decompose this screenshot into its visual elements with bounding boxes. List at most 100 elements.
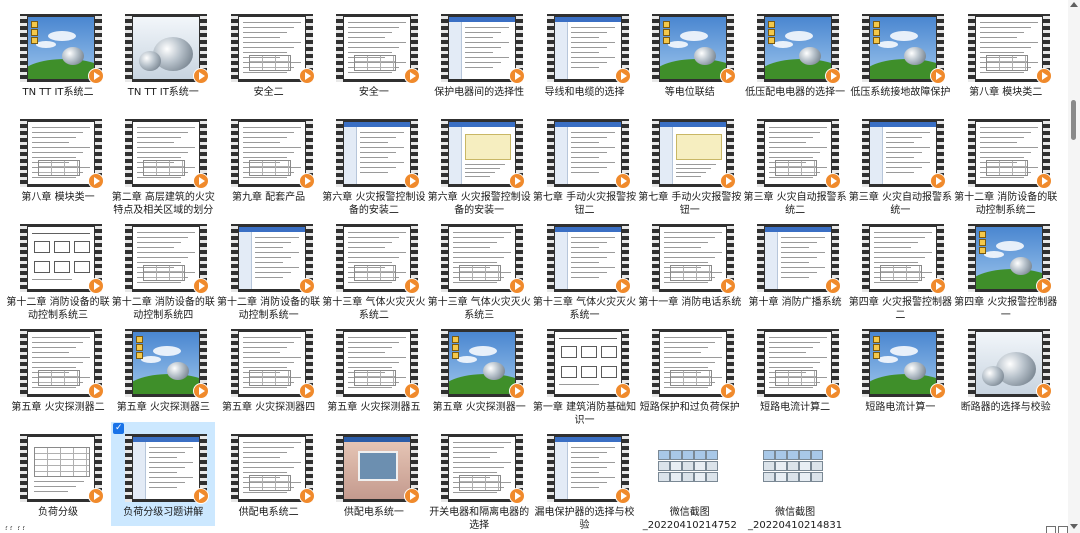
video-file-item[interactable]: 负荷分级 [6, 422, 110, 526]
video-file-item[interactable]: TN TT IT系统二 [6, 2, 110, 106]
video-file-item[interactable]: 等电位联结 [638, 2, 742, 106]
video-file-item[interactable]: 第十一章 消防电话系统 [638, 212, 742, 316]
video-thumbnail [335, 434, 420, 504]
file-name: 负荷分级习题讲解 [123, 507, 204, 518]
video-file-item[interactable]: 第五章 火灾探测器四 [217, 317, 321, 421]
video-file-item[interactable]: 第五章 火灾探测器一 [427, 317, 531, 421]
scroll-down-arrow-icon[interactable] [1070, 524, 1078, 529]
video-file-item[interactable]: 第八章 模块类一 [6, 107, 110, 211]
video-thumbnail [757, 224, 842, 294]
play-icon [403, 488, 420, 504]
video-file-item[interactable]: 低压配电电器的选择一 [743, 2, 847, 106]
video-file-item[interactable]: 第一章 建筑消防基础知识一 [533, 317, 637, 426]
file-name: 第十章 消防广播系统 [748, 297, 842, 308]
play-icon [719, 383, 736, 399]
video-file-item[interactable]: 短路电流计算二 [743, 317, 847, 421]
video-thumbnail [862, 14, 947, 84]
file-name: 第五章 火灾探测器三 [116, 402, 210, 413]
file-name: 供配电系统二 [238, 507, 299, 518]
file-name: 第八章 模块类二 [969, 87, 1043, 98]
video-file-item[interactable]: 供配电系统二 [217, 422, 321, 526]
image-file-item[interactable]: 微信截图_20220410214752 [638, 422, 742, 531]
video-thumbnail [335, 119, 420, 189]
play-icon [298, 488, 315, 504]
video-thumbnail [651, 14, 736, 84]
file-name: TN TT IT系统一 [127, 87, 199, 98]
play-icon [298, 278, 315, 294]
video-file-item[interactable]: 第八章 模块类二 [954, 2, 1058, 106]
video-file-item[interactable]: 安全二 [217, 2, 321, 106]
video-thumbnail [125, 14, 210, 84]
video-file-item[interactable]: 短路电流计算一 [848, 317, 952, 421]
video-file-item[interactable]: 第七章 手动火灾报警按钮二 [533, 107, 637, 216]
video-file-item[interactable]: 第十二章 消防设备的联动控制系统三 [6, 212, 110, 321]
play-icon [614, 173, 631, 189]
video-file-item[interactable]: 第二章 高层建筑的火灾特点及相关区域的划分 [111, 107, 215, 216]
image-file-item[interactable]: 微信截图_20220410214831 [743, 422, 847, 531]
play-icon [403, 383, 420, 399]
video-file-item[interactable]: 第九章 配套产品 [217, 107, 321, 211]
video-thumbnail [546, 434, 631, 504]
video-thumbnail [230, 14, 315, 84]
video-file-item[interactable]: 第四章 火灾报警控制器二 [848, 212, 952, 321]
file-name: 第八章 模块类一 [21, 192, 95, 203]
video-file-item[interactable]: 第十二章 消防设备的联动控制系统二 [954, 107, 1058, 216]
video-file-item[interactable]: 开关电器和隔离电器的选择 [427, 422, 531, 531]
video-file-item[interactable]: 低压系统接地故障保护 [848, 2, 952, 106]
video-file-item[interactable]: 第四章 火灾报警控制器一 [954, 212, 1058, 321]
video-thumbnail [757, 329, 842, 399]
video-file-item[interactable]: 第七章 手动火灾报警按钮一 [638, 107, 742, 216]
video-thumbnail [230, 224, 315, 294]
scroll-up-arrow-icon[interactable] [1070, 2, 1078, 7]
play-icon [719, 278, 736, 294]
video-file-item[interactable]: 断路器的选择与校验 [954, 317, 1058, 421]
video-file-item[interactable]: ✓ 负荷分级习题讲解 [111, 422, 216, 526]
file-name: 低压系统接地故障保护 [850, 87, 951, 98]
video-thumbnail [967, 224, 1052, 294]
file-name: 保护电器间的选择性 [434, 87, 525, 98]
video-file-item[interactable]: 第五章 火灾探测器五 [322, 317, 426, 421]
video-file-item[interactable]: 第十二章 消防设备的联动控制系统四 [111, 212, 215, 321]
play-icon [1035, 278, 1052, 294]
video-file-item[interactable]: 导线和电缆的选择 [533, 2, 637, 106]
video-file-item[interactable]: 供配电系统一 [322, 422, 426, 526]
details-view-icon[interactable] [1046, 526, 1056, 533]
video-file-item[interactable]: 第三章 火灾自动报警系统二 [743, 107, 847, 216]
file-name: 第十一章 消防电话系统 [638, 297, 742, 308]
play-icon [403, 278, 420, 294]
video-thumbnail [335, 224, 420, 294]
video-thumbnail [20, 434, 104, 504]
video-thumbnail [967, 14, 1052, 84]
file-name: 第五章 火灾探测器一 [432, 402, 526, 413]
video-file-item[interactable]: 第十三章 气体火灾灭火系统三 [427, 212, 531, 321]
file-name: 第五章 火灾探测器四 [222, 402, 316, 413]
video-file-item[interactable]: 短路保护和过负荷保护 [638, 317, 742, 421]
file-name: 安全二 [253, 87, 284, 98]
scroll-thumb[interactable] [1071, 100, 1076, 140]
video-thumbnail [757, 14, 842, 84]
video-file-item[interactable]: 保护电器间的选择性 [427, 2, 531, 106]
video-file-item[interactable]: 第十三章 气体火灾灭火系统一 [533, 212, 637, 321]
video-file-item[interactable]: 第六章 火灾报警控制设备的安装二 [322, 107, 426, 216]
video-thumbnail [335, 329, 420, 399]
video-file-item[interactable]: 第十章 消防广播系统 [743, 212, 847, 316]
selected-check-icon[interactable]: ✓ [113, 423, 125, 434]
video-file-item[interactable]: 安全一 [322, 2, 426, 106]
video-thumbnail [546, 119, 631, 189]
video-file-item[interactable]: 第五章 火灾探测器三 [111, 317, 215, 421]
video-file-item[interactable]: 漏电保护器的选择与校验 [533, 422, 637, 531]
video-thumbnail [546, 14, 631, 84]
vertical-scrollbar[interactable] [1068, 0, 1080, 533]
video-file-item[interactable]: 第十三章 气体火灾灭火系统二 [322, 212, 426, 321]
video-file-item[interactable]: 第十二章 消防设备的联动控制系统一 [217, 212, 321, 321]
video-thumbnail [967, 119, 1052, 189]
file-name: 第九章 配套产品 [232, 192, 306, 203]
video-thumbnail [230, 329, 315, 399]
thumbnail-view-icon[interactable] [1058, 526, 1068, 533]
file-name: 短路电流计算二 [760, 402, 831, 413]
video-file-item[interactable]: 第六章 火灾报警控制设备的安装一 [427, 107, 531, 216]
file-name: 供配电系统一 [343, 507, 404, 518]
video-file-item[interactable]: 第三章 火灾自动报警系统一 [848, 107, 952, 216]
video-file-item[interactable]: 第五章 火灾探测器二 [6, 317, 110, 421]
video-file-item[interactable]: TN TT IT系统一 [111, 2, 215, 106]
